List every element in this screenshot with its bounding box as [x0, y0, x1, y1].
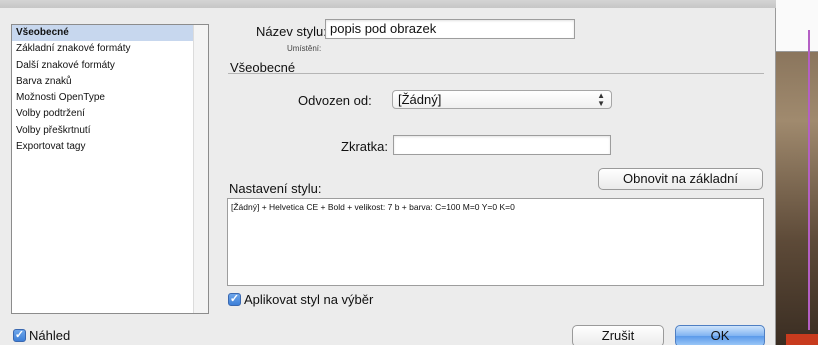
apply-style-checkbox-row[interactable]: ✓ Aplikovat styl na výběr	[228, 292, 373, 307]
preview-checkbox[interactable]: ✓	[13, 329, 26, 342]
shortcut-input[interactable]	[393, 135, 611, 155]
style-settings-label: Nastavení stylu:	[229, 181, 322, 196]
category-item-underline[interactable]: Volby podtržení	[12, 106, 194, 122]
background-document-area	[770, 0, 818, 52]
category-item-character-color[interactable]: Barva znaků	[12, 74, 194, 90]
style-settings-textarea[interactable]: [Žádný] + Helvetica CE + Bold + velikost…	[227, 198, 764, 286]
shortcut-label: Zkratka:	[341, 139, 388, 154]
based-on-select[interactable]: [Žádný] ▲ ▼	[392, 90, 612, 109]
preview-checkbox-row[interactable]: ✓ Náhled	[13, 328, 70, 343]
style-name-input[interactable]: popis pod obrazek	[325, 19, 575, 39]
based-on-value: [Žádný]	[398, 92, 442, 107]
category-list-scrollbar[interactable]	[193, 25, 208, 313]
category-item-general[interactable]: Všeobecné	[12, 25, 194, 42]
category-item-opentype[interactable]: Možnosti OpenType	[12, 90, 194, 106]
character-style-dialog: Všeobecné Základní znakové formáty Další…	[0, 0, 776, 345]
section-divider	[228, 73, 764, 74]
background-frame-edge	[808, 30, 810, 330]
category-item-export-tags[interactable]: Exportovat tagy	[12, 139, 194, 155]
style-name-label: Název stylu:	[256, 24, 327, 39]
ok-button[interactable]: OK	[675, 325, 765, 345]
dialog-title-bar[interactable]	[0, 0, 776, 8]
category-item-strikethrough[interactable]: Volby přeškrtnutí	[12, 123, 194, 139]
cancel-button[interactable]: Zrušit	[572, 325, 664, 345]
preview-label: Náhled	[29, 328, 71, 343]
background-application	[770, 0, 818, 345]
category-item-basic-formats[interactable]: Základní znakové formáty	[12, 41, 194, 57]
apply-style-checkbox[interactable]: ✓	[228, 293, 241, 306]
category-list: Všeobecné Základní znakové formáty Další…	[11, 24, 209, 314]
based-on-label: Odvozen od:	[298, 93, 372, 108]
category-item-advanced-formats[interactable]: Další znakové formáty	[12, 58, 194, 74]
select-arrows-icon: ▲ ▼	[597, 91, 605, 108]
background-text-fragment	[786, 334, 818, 345]
location-label: Umístění:	[287, 44, 322, 53]
reset-to-base-button[interactable]: Obnovit na základní	[598, 168, 763, 190]
apply-style-label: Aplikovat styl na výběr	[244, 292, 374, 307]
